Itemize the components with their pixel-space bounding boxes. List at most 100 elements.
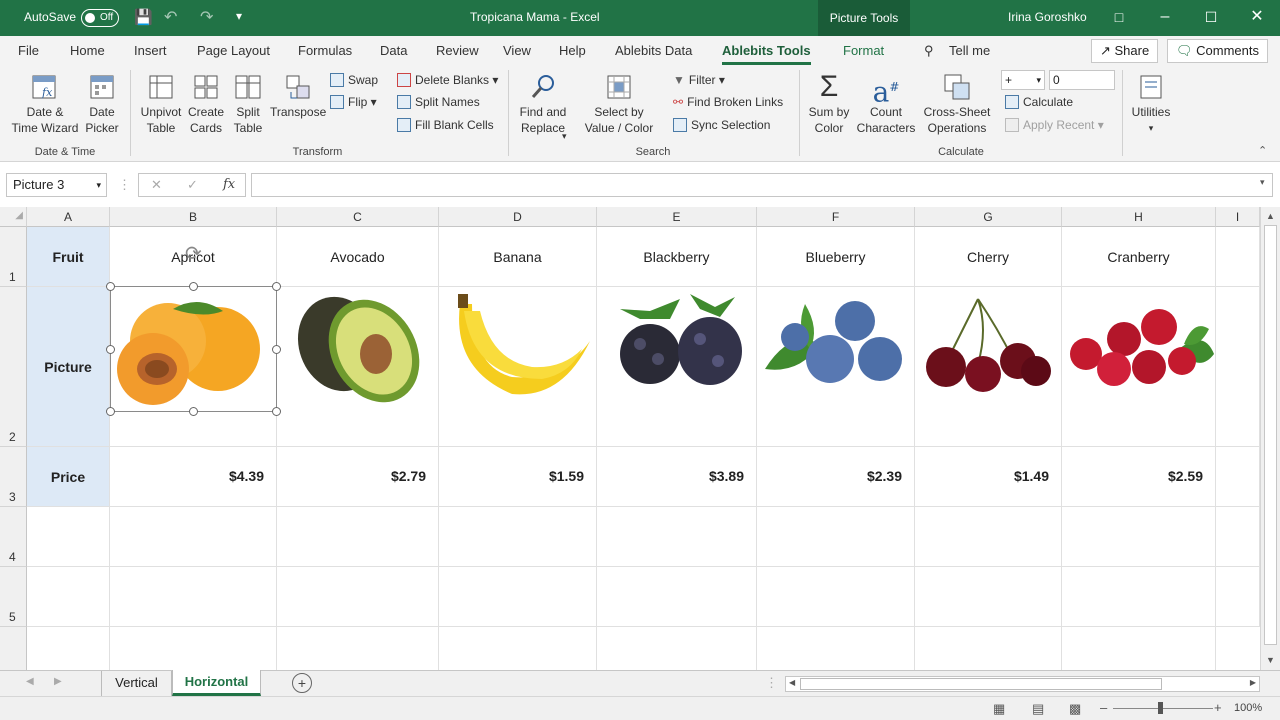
column-header-c[interactable]: C [277,207,439,227]
empty-cell[interactable] [915,567,1062,627]
row-header-6[interactable] [0,627,27,670]
row-header-2[interactable]: 2 [0,287,27,447]
prev-sheet-icon[interactable]: ◀ [26,676,34,687]
create-cards-button[interactable]: Create Cards [185,72,227,136]
tab-review[interactable]: Review [436,43,479,58]
label-fruit[interactable]: Fruit [27,227,110,287]
apply-recent-button[interactable]: Apply Recent ▾ [1005,115,1104,135]
empty-cell[interactable] [1216,507,1260,567]
empty-cell[interactable] [597,567,757,627]
select-all-corner[interactable]: ◢ [0,207,27,227]
fruit-name-cell[interactable]: Avocado [277,227,439,287]
resize-handle[interactable] [272,345,281,354]
redo-icon[interactable]: ↷ [200,7,213,27]
empty-cell[interactable] [439,627,597,670]
cross-sheet-operations-button[interactable]: Cross-Sheet Operations [922,72,992,136]
operator-dropdown[interactable]: + ▾ [1001,70,1045,90]
column-header-h[interactable]: H [1062,207,1216,227]
formula-input[interactable] [251,173,1273,197]
column-header-a[interactable]: A [27,207,110,227]
empty-cell[interactable] [757,507,915,567]
empty-cell[interactable] [27,627,110,670]
collapse-ribbon-icon[interactable]: ⌃ [1258,144,1267,157]
unpivot-table-button[interactable]: Unpivot Table [138,72,184,136]
filter-button[interactable]: ▼ Filter ▾ [673,70,725,90]
select-by-value-color-button[interactable]: Select by Value / Color [578,72,660,136]
find-replace-button[interactable]: Find and Replace ▾ [514,72,572,141]
save-icon[interactable]: 💾 [134,8,153,26]
tab-home[interactable]: Home [70,43,105,58]
empty-cell[interactable] [1216,227,1260,287]
worksheet-grid[interactable]: ◢ A B C D E F G H I 1 2 3 4 5 Fruit Pict… [0,207,1280,670]
price-cell[interactable]: $4.39 [110,447,277,507]
fruit-name-cell[interactable]: Cranberry [1062,227,1216,287]
scroll-right-icon[interactable]: ▶ [1250,678,1256,687]
empty-cell[interactable] [915,627,1062,670]
empty-cell[interactable] [1062,507,1216,567]
price-cell[interactable]: $2.39 [757,447,915,507]
zoom-level[interactable]: 100% [1234,702,1262,714]
column-header-f[interactable]: F [757,207,915,227]
name-box-dropdown-icon[interactable]: ▾ [96,174,101,196]
rotate-handle-icon[interactable]: ⟳ [185,241,202,266]
empty-cell[interactable] [439,567,597,627]
tab-help[interactable]: Help [559,43,586,58]
cranberry-image[interactable] [1064,289,1214,409]
fruit-name-cell[interactable]: Blackberry [597,227,757,287]
transpose-button[interactable]: Transpose [270,72,326,120]
resize-handle[interactable] [189,407,198,416]
fruit-name-cell[interactable]: Blueberry [757,227,915,287]
share-button[interactable]: ↗ Share [1091,39,1159,63]
row-header-4[interactable]: 4 [0,507,27,567]
tab-insert[interactable]: Insert [134,43,167,58]
avocado-image[interactable] [284,289,434,409]
fruit-name-cell[interactable]: Cherry [915,227,1062,287]
empty-cell[interactable] [110,567,277,627]
sheet-tab-vertical[interactable]: Vertical [101,671,172,696]
tab-view[interactable]: View [503,43,531,58]
tell-me-box[interactable]: Tell me [949,43,990,58]
expand-formula-icon[interactable]: ▾ [1260,177,1265,188]
normal-view-icon[interactable]: ▦ [993,701,1005,717]
next-sheet-icon[interactable]: ▶ [54,676,62,687]
page-break-view-icon[interactable]: ▩ [1069,701,1081,717]
empty-cell[interactable] [277,507,439,567]
empty-cell[interactable] [1216,287,1260,447]
blackberry-image[interactable] [600,289,750,409]
empty-cell[interactable] [757,567,915,627]
scroll-down-icon[interactable]: ▼ [1266,655,1275,665]
label-picture[interactable]: Picture [27,287,110,447]
date-time-wizard-button[interactable]: fx Date & Time Wizard [8,72,82,136]
empty-cell[interactable] [1062,627,1216,670]
column-header-i[interactable]: I [1216,207,1260,227]
tab-ablebits-data[interactable]: Ablebits Data [615,43,692,58]
zoom-slider-thumb[interactable] [1158,702,1163,714]
zoom-slider[interactable] [1113,708,1213,709]
split-names-button[interactable]: Split Names [397,92,480,112]
autosave-toggle[interactable]: Off [81,9,119,27]
cancel-icon[interactable]: ✕ [151,177,162,193]
flip-button[interactable]: Flip ▾ [330,92,377,112]
sum-by-color-button[interactable]: Σ Sum by Color [804,72,854,136]
empty-cell[interactable] [1062,567,1216,627]
price-cell[interactable]: $3.89 [597,447,757,507]
empty-cell[interactable] [277,567,439,627]
insert-function-icon[interactable]: fx [223,177,235,192]
row-header-1[interactable]: 1 [0,227,27,287]
minimize-icon[interactable]: – [1142,0,1188,36]
tab-formulas[interactable]: Formulas [298,43,352,58]
banana-image[interactable] [442,289,592,409]
picture-selection-frame[interactable]: ⟳ [106,243,281,416]
calculate-button[interactable]: Calculate [1005,92,1073,112]
resize-handle[interactable] [106,345,115,354]
ribbon-display-icon[interactable]: □ [1096,0,1142,36]
column-header-g[interactable]: G [915,207,1062,227]
delete-blanks-button[interactable]: Delete Blanks ▾ [397,70,498,90]
column-header-e[interactable]: E [597,207,757,227]
sync-selection-button[interactable]: Sync Selection [673,115,770,135]
empty-cell[interactable] [277,627,439,670]
vertical-scrollbar[interactable]: ▲ ▼ [1260,207,1280,670]
comments-button[interactable]: 🗨 Comments [1167,39,1268,63]
maximize-icon[interactable]: ☐ [1188,0,1234,36]
column-header-d[interactable]: D [439,207,597,227]
